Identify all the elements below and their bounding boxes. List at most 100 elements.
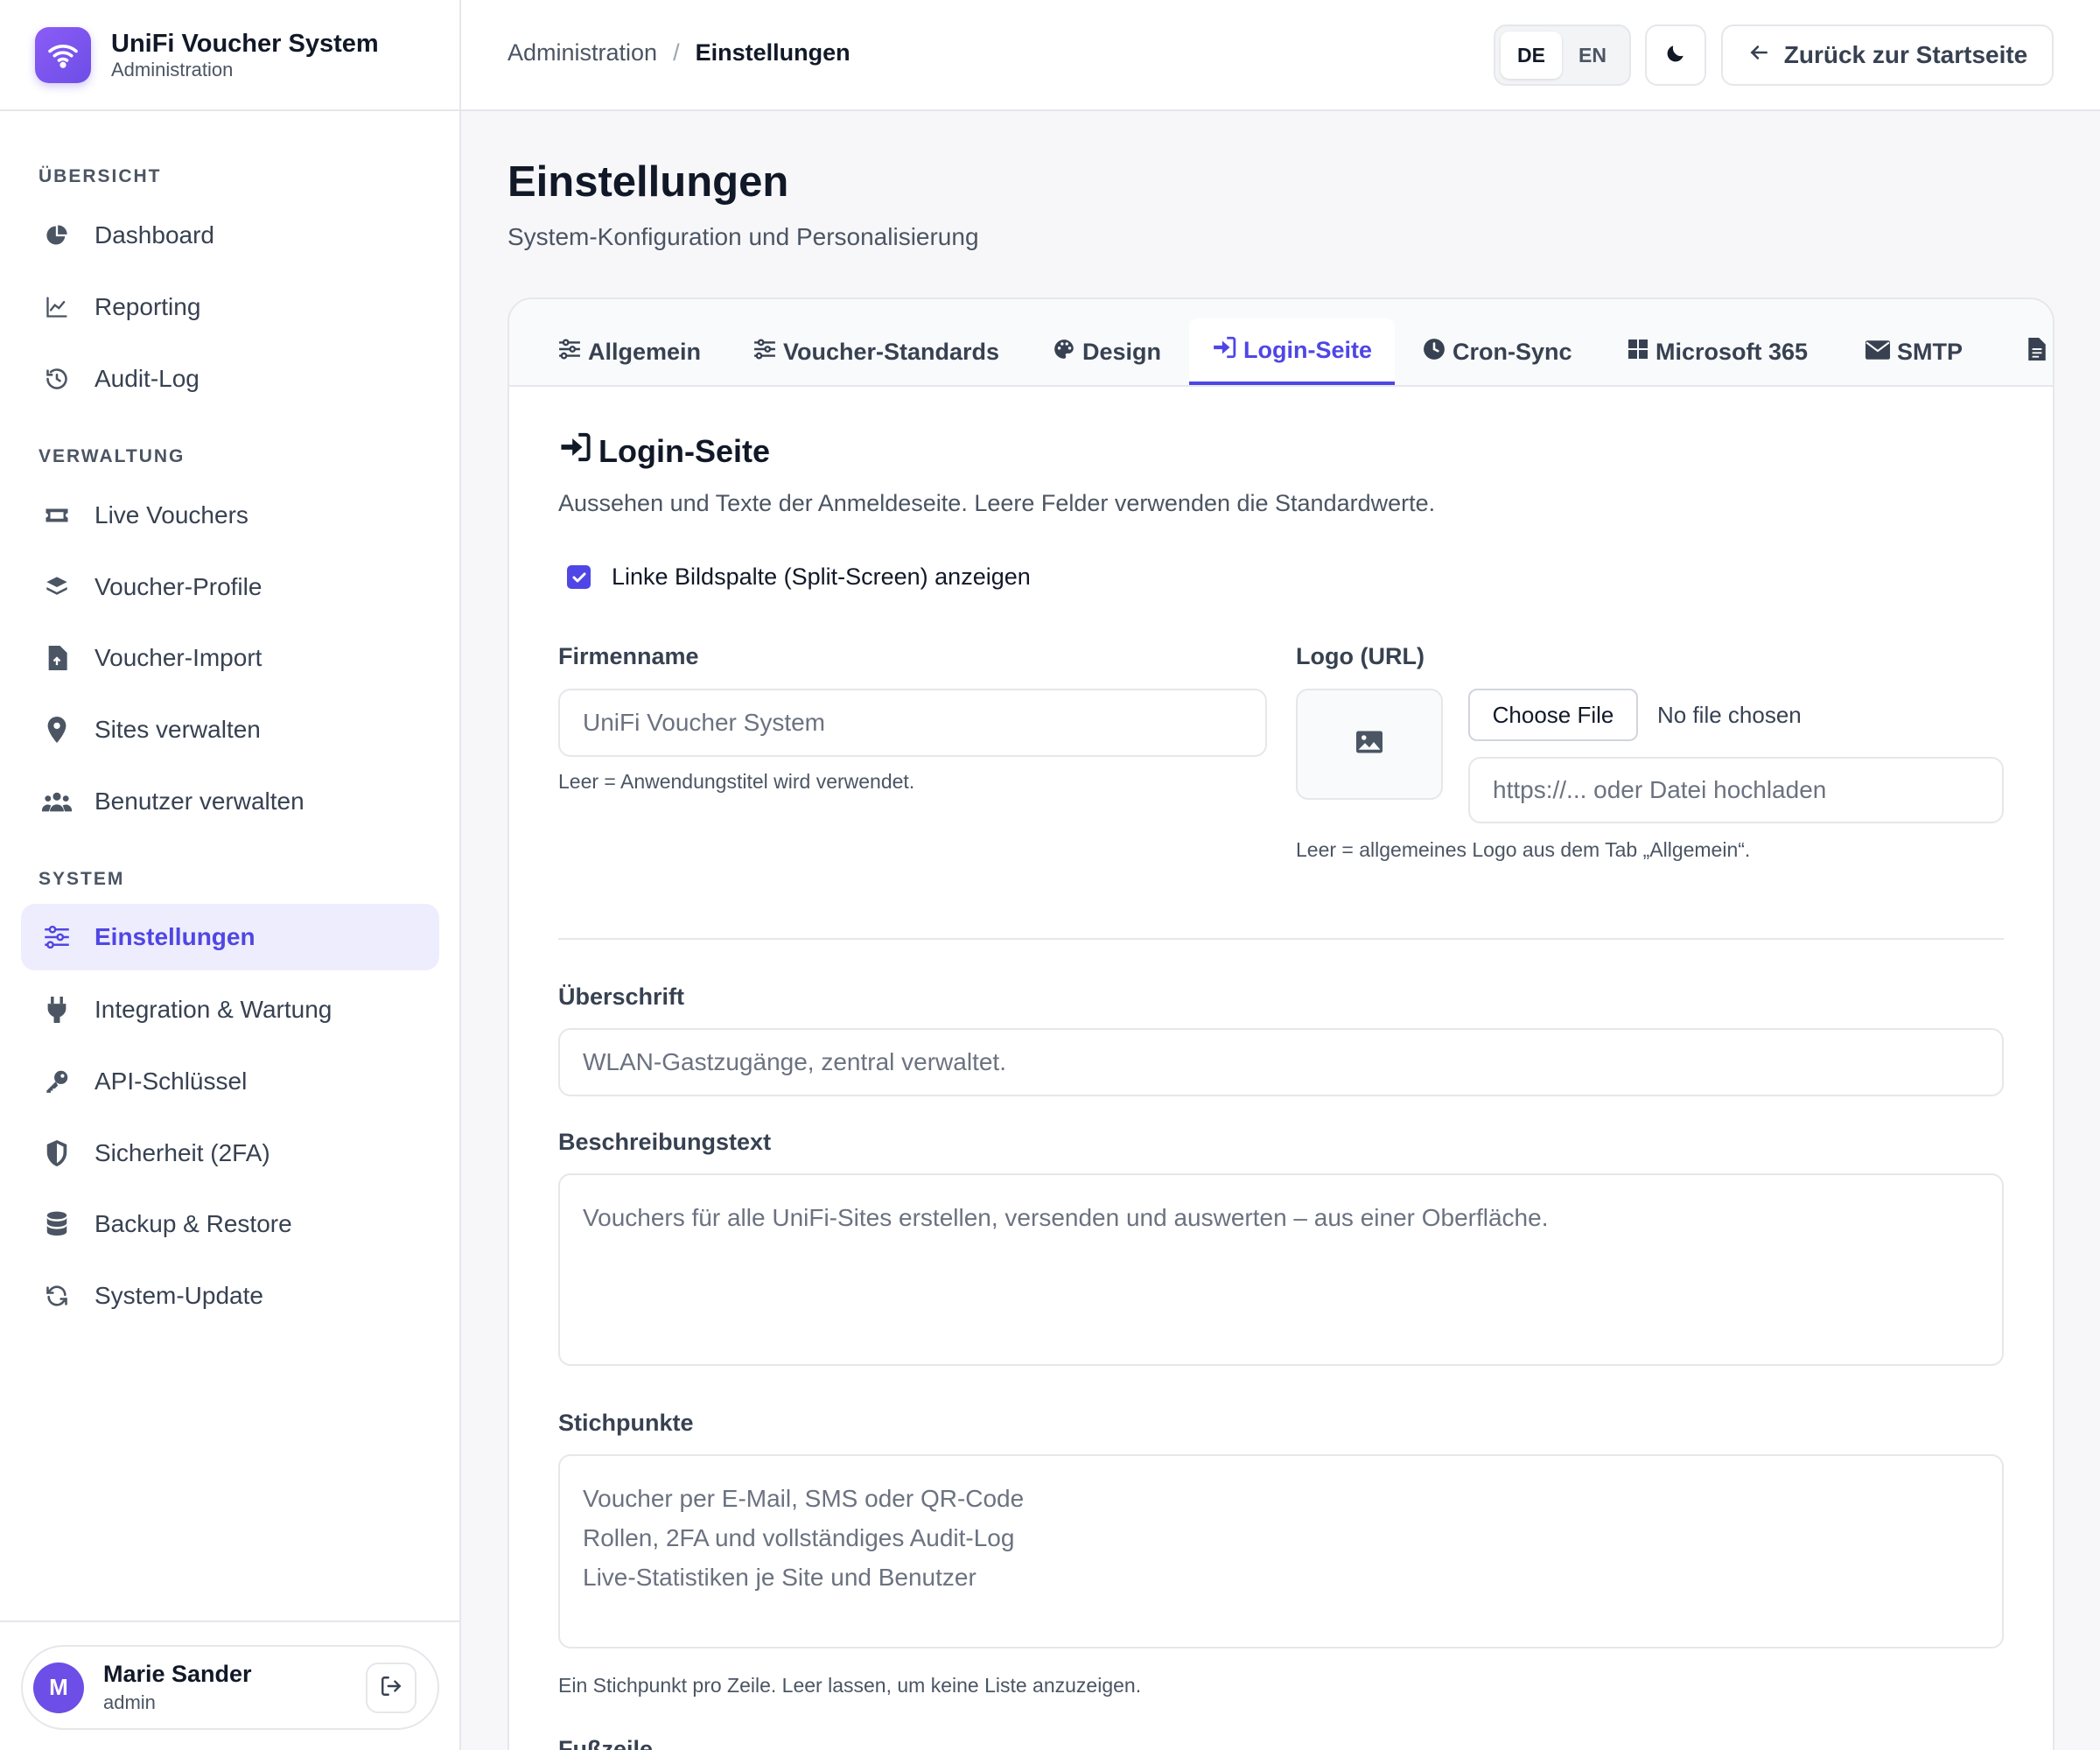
layers-icon bbox=[42, 572, 72, 602]
theme-toggle-button[interactable] bbox=[1645, 24, 1706, 86]
sidebar-item-dashboard[interactable]: Dashboard bbox=[21, 202, 439, 269]
logo-url-input[interactable]: https://... oder Datei hochladen bbox=[1468, 757, 2004, 823]
refresh-icon bbox=[42, 1281, 72, 1311]
sidebar-item-integration[interactable]: Integration & Wartung bbox=[21, 976, 439, 1043]
tab-allgemein[interactable]: Allgemein bbox=[536, 318, 724, 385]
sidebar-item-sites[interactable]: Sites verwalten bbox=[21, 696, 439, 763]
user-role: admin bbox=[103, 1690, 156, 1713]
split-screen-label: Linke Bildspalte (Split-Screen) anzeigen bbox=[612, 564, 1031, 590]
logout-button[interactable] bbox=[366, 1662, 416, 1713]
ticket-icon bbox=[42, 500, 72, 530]
no-file-chosen: No file chosen bbox=[1657, 702, 1802, 728]
file-import-icon bbox=[42, 643, 72, 673]
brand-title: UniFi Voucher System bbox=[111, 29, 379, 58]
sidebar-item-live-vouchers[interactable]: Live Vouchers bbox=[21, 482, 439, 549]
heading-input[interactable]: WLAN-Gastzugänge, zentral verwaltet. bbox=[558, 1028, 2004, 1096]
logo-url-label: Logo (URL) bbox=[1296, 643, 1424, 669]
page-title: Einstellungen bbox=[508, 158, 789, 206]
sidebar-item-label: Voucher-Import bbox=[94, 644, 262, 671]
sidebar-item-users[interactable]: Benutzer verwalten bbox=[21, 768, 439, 835]
bullets-textarea[interactable]: Voucher per E-Mail, SMS oder QR-Code Rol… bbox=[558, 1454, 2004, 1648]
sidebar-item-audit-log[interactable]: Audit-Log bbox=[21, 346, 439, 412]
sidebar-item-label: Reporting bbox=[94, 293, 201, 320]
wifi-icon bbox=[35, 26, 91, 83]
company-name-label: Firmenname bbox=[558, 643, 699, 669]
user-card[interactable]: M Marie Sander admin bbox=[21, 1645, 439, 1730]
breadcrumb: Administration / Einstellungen bbox=[508, 39, 850, 66]
avatar: M bbox=[33, 1662, 84, 1713]
user-name: Marie Sander bbox=[103, 1660, 252, 1687]
description-textarea[interactable]: Vouchers für alle UniFi-Sites erstellen,… bbox=[558, 1173, 2004, 1366]
users-icon bbox=[42, 787, 72, 816]
tab-label: SMTP bbox=[1897, 338, 1964, 365]
choose-file-button[interactable]: Choose File bbox=[1468, 689, 1638, 741]
sign-in-icon bbox=[1212, 336, 1236, 365]
sidebar-item-reporting[interactable]: Reporting bbox=[21, 274, 439, 340]
sidebar-item-label: System-Update bbox=[94, 1282, 263, 1309]
logo-preview bbox=[1296, 689, 1443, 800]
tab-label: Allgemein bbox=[588, 338, 702, 365]
login-section-description: Aussehen und Texte der Anmeldeseite. Lee… bbox=[558, 490, 1436, 516]
sliders-icon bbox=[558, 339, 581, 366]
sidebar-item-system-update[interactable]: System-Update bbox=[21, 1263, 439, 1329]
section-divider bbox=[558, 938, 2004, 940]
sign-in-icon bbox=[558, 432, 592, 470]
sidebar-item-voucher-import[interactable]: Voucher-Import bbox=[21, 625, 439, 691]
sidebar-item-label: Sites verwalten bbox=[94, 716, 261, 743]
history-icon bbox=[42, 364, 72, 394]
login-section-title: Login-Seite bbox=[558, 432, 770, 470]
tab-voucher-standards[interactable]: Voucher-Standards bbox=[731, 318, 1022, 385]
key-icon bbox=[42, 1067, 72, 1096]
language-switch: DE EN bbox=[1494, 24, 1631, 86]
brand-subtitle: Administration bbox=[111, 58, 234, 80]
sidebar-divider bbox=[0, 1620, 461, 1622]
sidebar-item-label: Sicherheit (2FA) bbox=[94, 1139, 270, 1166]
line-chart-icon bbox=[42, 292, 72, 322]
file-icon bbox=[2028, 337, 2046, 367]
map-pin-icon bbox=[42, 715, 72, 745]
tab-cron-sync[interactable]: Cron-Sync bbox=[1400, 318, 1595, 385]
tab-smtp[interactable]: SMTP bbox=[1843, 318, 1985, 385]
tab-truncated[interactable]: Te bbox=[2006, 318, 2053, 385]
heading-label: Überschrift bbox=[558, 984, 685, 1010]
tab-microsoft-365[interactable]: Microsoft 365 bbox=[1605, 318, 1830, 385]
logout-icon bbox=[380, 1675, 402, 1702]
lang-de-button[interactable]: DE bbox=[1501, 32, 1562, 79]
clock-icon bbox=[1423, 338, 1446, 367]
tab-label: Voucher-Standards bbox=[783, 338, 1000, 365]
sliders-icon bbox=[42, 922, 72, 952]
description-text-label: Beschreibungstext bbox=[558, 1129, 772, 1155]
sidebar-item-settings[interactable]: Einstellungen bbox=[21, 904, 439, 970]
arrow-left-icon bbox=[1747, 41, 1770, 70]
windows-icon bbox=[1628, 339, 1648, 366]
nav-section-system: SYSTEM bbox=[38, 869, 125, 889]
sidebar-item-security[interactable]: Sicherheit (2FA) bbox=[21, 1120, 439, 1186]
sidebar-item-label: Integration & Wartung bbox=[94, 996, 332, 1023]
sidebar-item-label: Benutzer verwalten bbox=[94, 788, 304, 815]
sidebar-item-label: Audit-Log bbox=[94, 365, 200, 392]
split-screen-checkbox[interactable] bbox=[567, 565, 591, 589]
tab-label: Login-Seite bbox=[1243, 336, 1372, 363]
split-screen-toggle[interactable]: Linke Bildspalte (Split-Screen) anzeigen bbox=[567, 564, 1031, 591]
brand[interactable]: UniFi Voucher System Administration bbox=[0, 0, 459, 111]
tab-login-page[interactable]: Login-Seite bbox=[1189, 318, 1395, 385]
breadcrumb-separator: / bbox=[673, 39, 680, 66]
sliders-icon bbox=[753, 339, 776, 366]
database-icon bbox=[42, 1209, 72, 1239]
nav-section-overview: ÜBERSICHT bbox=[38, 166, 162, 186]
tab-design[interactable]: Design bbox=[1030, 318, 1184, 385]
sidebar-item-backup[interactable]: Backup & Restore bbox=[21, 1191, 439, 1257]
topbar: Administration / Einstellungen DE EN Zur… bbox=[461, 0, 2100, 111]
sidebar-item-label: Einstellungen bbox=[94, 923, 256, 950]
image-icon bbox=[1356, 731, 1382, 758]
company-name-input[interactable]: UniFi Voucher System bbox=[558, 689, 1267, 757]
tab-label: Microsoft 365 bbox=[1656, 338, 1809, 365]
login-section-title-text: Login-Seite bbox=[598, 432, 770, 469]
bullets-hint: Ein Stichpunkt pro Zeile. Leer lassen, u… bbox=[558, 1674, 1142, 1697]
breadcrumb-administration[interactable]: Administration bbox=[508, 39, 657, 66]
sidebar-item-voucher-profiles[interactable]: Voucher-Profile bbox=[21, 554, 439, 620]
shield-icon bbox=[42, 1138, 72, 1168]
sidebar-item-api-keys[interactable]: API-Schlüssel bbox=[21, 1048, 439, 1115]
back-to-home-button[interactable]: Zurück zur Startseite bbox=[1721, 24, 2054, 86]
lang-en-button[interactable]: EN bbox=[1562, 32, 1623, 79]
